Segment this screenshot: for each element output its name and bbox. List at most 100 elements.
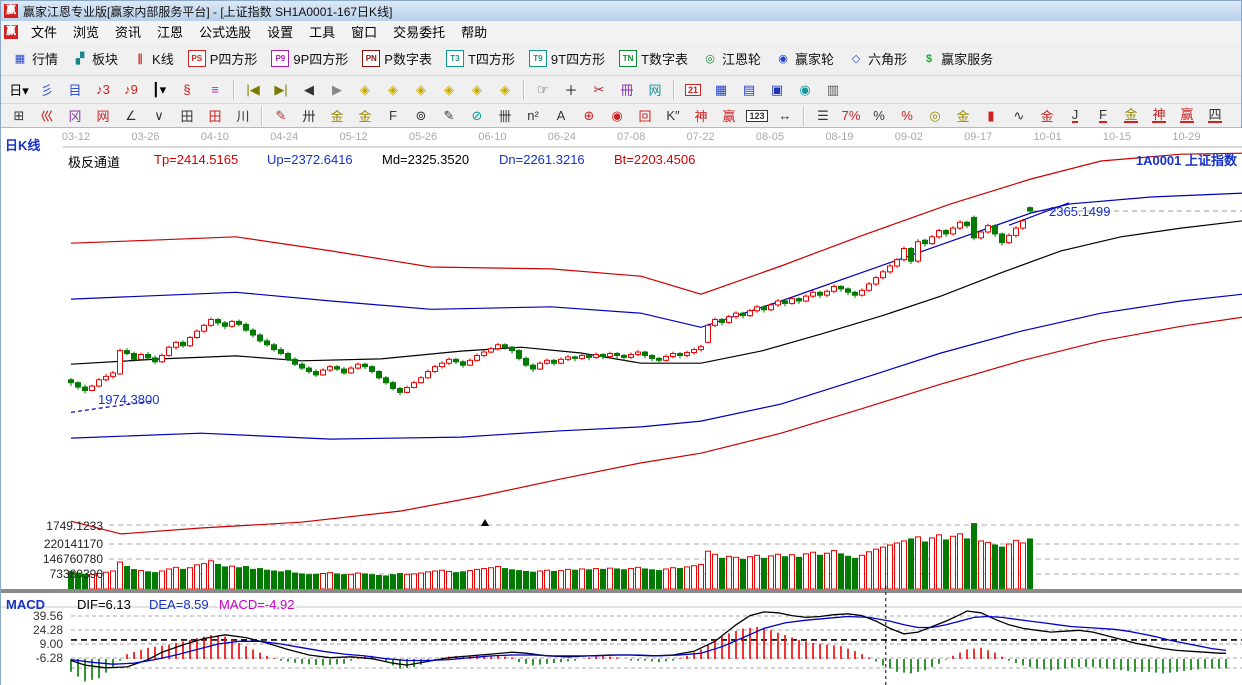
app-window: 赢 赢家江恩专业版[赢家内部服务平台] - [上证指数 SH1A0001-167… [0,0,1242,685]
zoom-out-diamond[interactable]: ◈ [352,79,378,101]
winner-service-button[interactable]: $ 赢家服务 [914,45,1000,72]
n-square-tool[interactable]: n² [520,105,546,127]
network-button[interactable]: ◉ [792,79,818,101]
gold-lines-red-tool[interactable]: 金 [1034,105,1060,127]
hexagon-button[interactable]: ◇ 六角形 [841,45,914,72]
grid-tool[interactable]: 田 [174,105,200,127]
k-quote-tool[interactable]: K″ [660,105,686,127]
menu-item[interactable]: 浏览 [65,20,107,43]
gann-gold-line-tool[interactable]: 金 [324,105,350,127]
hash-lines-tool[interactable]: 卅 [296,105,322,127]
ying-angle-tool[interactable]: 赢 [1174,105,1200,127]
gold-lines-tool[interactable]: 金 [950,105,976,127]
p9-square-button[interactable]: P9 9P四方形 [264,45,355,72]
gann-grid-tool[interactable]: 冊 [614,79,640,101]
bars-3-tool[interactable]: ♪3 [90,79,116,101]
first-bar-button[interactable]: |◀ [240,79,266,101]
scale-ruler-tool[interactable]: ☰ [810,105,836,127]
bars-9-tool[interactable]: ♪9 [118,79,144,101]
shen-tool[interactable]: 神 [688,105,714,127]
wave-lines-tool[interactable]: ∿ [1006,105,1032,127]
pencil-candle-tool[interactable]: ✎ [436,105,462,127]
p-square-button[interactable]: PS P四方形 [181,45,265,72]
expand-h-diamond[interactable]: ◈ [408,79,434,101]
f-line-tool[interactable]: F [380,105,406,127]
candle-pencil-tool[interactable]: ▮ [978,105,1004,127]
gold-angle-tool[interactable]: 金 [1118,105,1144,127]
parallel-lines-tool[interactable]: 川 [230,105,256,127]
circle-2-tool[interactable]: ⊘ [464,105,490,127]
f-angle-tool[interactable]: F [1090,105,1116,127]
gold-circle-tool[interactable]: ◎ [922,105,948,127]
box-line-tool[interactable]: ⊞ [6,105,32,127]
percent-lines-tool[interactable]: % [894,105,920,127]
chart-pattern-tool[interactable]: 彡 [34,79,60,101]
menu-item[interactable]: 帮助 [453,20,495,43]
j-angle-tool[interactable]: J [1062,105,1088,127]
grid-fan-tool[interactable]: 网 [90,105,116,127]
last-bar-button[interactable]: ▶| [268,79,294,101]
histogram-color-tool[interactable]: ≡ [202,79,228,101]
menu-item[interactable]: 交易委托 [385,20,453,43]
kline-period-dropdown[interactable]: 日▾ [6,79,32,101]
menu-item[interactable]: 工具 [301,20,343,43]
si-angle-tool[interactable]: 四 [1202,105,1228,127]
erase-tool[interactable]: ✂ [586,79,612,101]
prev-bar-button[interactable]: ◀ [296,79,322,101]
t-number-button[interactable]: TN T数字表 [612,45,695,72]
calculator-button[interactable]: ▦ [708,79,734,101]
calendar-button[interactable]: 21 [680,79,706,101]
t-square-button[interactable]: T3 T四方形 [439,45,522,72]
pattern-box-tool[interactable]: § [174,79,200,101]
angle-line-tool[interactable]: ∠ [118,105,144,127]
shrink-h-diamond[interactable]: ◈ [436,79,462,101]
ruler-tool[interactable]: 123 [744,105,770,127]
grid-red-tool[interactable]: 田 [202,105,228,127]
print-button[interactable]: ▥ [820,79,846,101]
quotes-button[interactable]: ▦ 行情 [5,45,65,72]
shrink-all-diamond[interactable]: ◈ [492,79,518,101]
circle-cross-tool[interactable]: ⊕ [576,105,602,127]
p-number-button[interactable]: PN P数字表 [355,45,439,72]
crosshair-tool[interactable]: ＋ [558,79,584,101]
sectors-button[interactable]: ▞ 板块 [65,45,125,72]
fan-lines-tool[interactable]: 巛 [34,105,60,127]
ying-tool[interactable]: 赢 [716,105,742,127]
next-bar-button[interactable]: ▶ [324,79,350,101]
winner-wheel-button[interactable]: ◉ 赢家轮 [768,45,841,72]
hand-tool[interactable]: ☞ [530,79,556,101]
title-bar[interactable]: 赢 赢家江恩专业版[赢家内部服务平台] - [上证指数 SH1A0001-167… [1,1,1241,22]
chart-area[interactable]: 日K线 极反通道 Tp=2414.5165 Up=2372.6416 Md=23… [1,128,1242,685]
menu-item[interactable]: 窗口 [343,20,385,43]
wave-net-tool[interactable]: 网 [642,79,668,101]
percent-lines-icon: % [901,108,913,123]
kline-button[interactable]: ∥ K线 [125,45,181,72]
grid-box-red-tool[interactable]: 回 [632,105,658,127]
shen-angle-tool[interactable]: 神 [1146,105,1172,127]
menu-item[interactable]: 资讯 [107,20,149,43]
zoom-in-diamond[interactable]: ◈ [380,79,406,101]
gann-gold-grid-tool[interactable]: 金 [352,105,378,127]
target-tool[interactable]: ◉ [604,105,630,127]
menu-item[interactable]: 文件 [23,20,65,43]
menu-item[interactable]: 公式选股 [191,20,259,43]
menu-item[interactable]: 设置 [259,20,301,43]
info-panel-tool[interactable]: 目 [62,79,88,101]
percent-7-tool[interactable]: 7% [838,105,864,127]
a-line-tool[interactable]: A [548,105,574,127]
hash-lines-icon: 卅 [302,109,316,124]
notepad-button[interactable]: ▤ [736,79,762,101]
fan-box-tool[interactable]: 冈 [62,105,88,127]
menu-item[interactable]: 江恩 [149,20,191,43]
candle-style-dropdown[interactable]: ┃▾ [146,79,172,101]
t9-square-button[interactable]: T9 9T四方形 [522,45,612,72]
pencil-tool[interactable]: ✎ [268,105,294,127]
percent-tool[interactable]: % [866,105,892,127]
spiral-tool[interactable]: ⊚ [408,105,434,127]
v-line-tool[interactable]: ∨ [146,105,172,127]
expand-all-diamond[interactable]: ◈ [464,79,490,101]
hash-2-tool[interactable]: 卌 [492,105,518,127]
save-button[interactable]: ▣ [764,79,790,101]
width-measure-tool[interactable]: ↔ [772,105,798,127]
gann-wheel-button[interactable]: ◎ 江恩轮 [695,45,768,72]
